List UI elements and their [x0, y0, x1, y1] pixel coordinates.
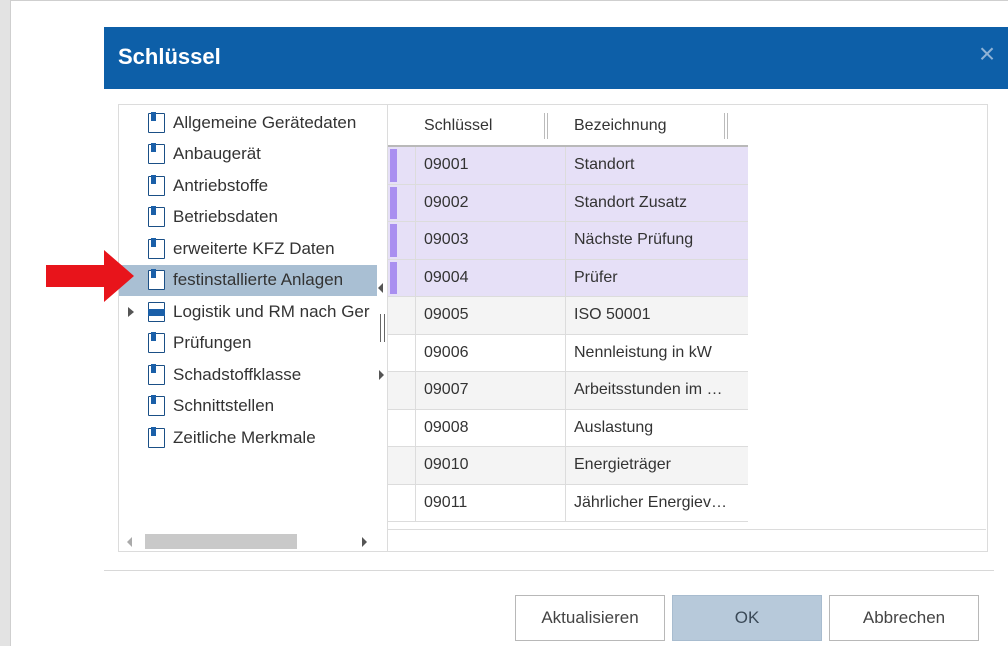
tree-item[interactable]: erweiterte KFZ Daten	[119, 233, 377, 265]
cell-key: 09001	[416, 147, 566, 184]
cell-name: Jährlicher Energiev…	[574, 493, 727, 511]
ok-button[interactable]: OK	[672, 595, 822, 641]
close-icon[interactable]: ×	[972, 39, 1002, 69]
tree-item-label: Schadstoffklasse	[173, 364, 302, 384]
cell-name: Prüfer	[574, 268, 618, 286]
key-grid: Schlüssel Bezeichnung 09001 Standort 09002…	[388, 104, 988, 552]
tree-item[interactable]: Schnittstellen	[119, 391, 377, 423]
table-row[interactable]: 09006 Nennleistung in kW	[388, 334, 748, 372]
cell-name: Arbeitsstunden im …	[574, 381, 723, 399]
red-arrow-icon	[46, 250, 134, 302]
row-selector[interactable]	[388, 409, 416, 446]
cell-key: 09005	[416, 297, 566, 334]
key-tree-panel: Allgemeine Gerätedaten Anbaugerät Antriebs…	[118, 104, 388, 552]
row-selector[interactable]	[388, 147, 416, 184]
tree-item-label: erweiterte KFZ Daten	[173, 238, 335, 258]
tree-item-label: Betriebsdaten	[173, 207, 278, 227]
expand-right-icon[interactable]	[379, 370, 384, 380]
document-icon	[148, 395, 165, 417]
footer-divider	[104, 570, 994, 571]
tree-item[interactable]: Zeitliche Merkmale	[119, 422, 377, 454]
row-selector[interactable]	[388, 372, 416, 409]
document-icon	[148, 174, 165, 196]
cell-name: Nächste Prüfung	[574, 231, 694, 249]
dialog-title: Schlüssel	[118, 44, 221, 69]
cell-name: Nennleistung in kW	[574, 343, 712, 361]
cell-key: 09004	[416, 259, 566, 296]
grid-header: Schlüssel Bezeichnung	[388, 105, 748, 147]
table-row[interactable]: 09007 Arbeitsstunden im …	[388, 372, 748, 410]
document-icon	[148, 237, 165, 259]
tree-item-label: Logistik und RM nach Ger	[173, 301, 370, 321]
row-selector[interactable]	[388, 222, 416, 259]
tree-item[interactable]: Logistik und RM nach Ger	[119, 296, 377, 328]
scroll-right-icon[interactable]	[362, 537, 367, 547]
document-icon	[148, 426, 165, 448]
column-resize-handle[interactable]	[544, 113, 548, 139]
splitter-grip[interactable]	[380, 314, 385, 342]
tree-item[interactable]: Anbaugerät	[119, 139, 377, 171]
cell-key: 09003	[416, 222, 566, 259]
cancel-button[interactable]: Abbrechen	[829, 595, 979, 641]
row-selector[interactable]	[388, 334, 416, 371]
column-resize-handle[interactable]	[724, 113, 728, 139]
document-icon	[148, 143, 165, 165]
table-row[interactable]: 09008 Auslastung	[388, 409, 748, 447]
table-row[interactable]: 09004 Prüfer	[388, 259, 748, 297]
cell-name: Standort	[574, 156, 635, 174]
tree-item-label: Prüfungen	[173, 333, 252, 353]
table-row[interactable]: 09001 Standort	[388, 147, 748, 185]
grid-body: 09001 Standort 09002 Standort Zusatz 09003 Nä…	[388, 147, 748, 522]
grid-bottom-border	[388, 529, 986, 530]
row-selector[interactable]	[388, 447, 416, 484]
table-row[interactable]: 09002 Standort Zusatz	[388, 184, 748, 222]
collapse-left-icon[interactable]	[378, 283, 383, 293]
tree-item-label: festinstallierte Anlagen	[173, 270, 344, 290]
cell-name: Auslastung	[574, 418, 654, 436]
document-icon	[148, 269, 165, 291]
scrollbar-thumb[interactable]	[145, 534, 297, 549]
row-selector[interactable]	[388, 484, 416, 521]
cell-key: 09006	[416, 334, 566, 371]
tree-item[interactable]: Schadstoffklasse	[119, 359, 377, 391]
cell-key: 09010	[416, 447, 566, 484]
tree-item-label: Zeitliche Merkmale	[173, 427, 316, 447]
document-icon	[148, 332, 165, 354]
row-selector[interactable]	[388, 297, 416, 334]
dialog-titlebar: Schlüssel ×	[104, 27, 1008, 89]
cell-name: Energieträger	[574, 456, 671, 474]
refresh-button[interactable]: Aktualisieren	[515, 595, 665, 641]
column-header-name[interactable]: Bezeichnung	[566, 105, 746, 147]
folder-icon	[148, 301, 165, 322]
table-row[interactable]: 09010 Energieträger	[388, 447, 748, 485]
cell-name: Standort Zusatz	[574, 193, 687, 211]
table-row[interactable]: 09003 Nächste Prüfung	[388, 222, 748, 260]
tree-item-label: Allgemeine Gerätedaten	[173, 112, 357, 132]
cell-key: 09008	[416, 409, 566, 446]
row-selector[interactable]	[388, 184, 416, 221]
tree-item-label: Schnittstellen	[173, 396, 275, 416]
document-icon	[148, 206, 165, 228]
cell-key: 09007	[416, 372, 566, 409]
tree-item[interactable]: Allgemeine Gerätedaten	[119, 107, 377, 139]
table-row[interactable]: 09011 Jährlicher Energiev…	[388, 484, 748, 522]
cell-key: 09011	[416, 484, 566, 521]
document-icon	[148, 363, 165, 385]
table-row[interactable]: 09005 ISO 50001	[388, 297, 748, 335]
document-icon	[148, 111, 165, 133]
cell-key: 09002	[416, 184, 566, 221]
tree-item[interactable]: Betriebsdaten	[119, 202, 377, 234]
tree-horizontal-scrollbar[interactable]	[119, 533, 377, 551]
tree-item[interactable]: Prüfungen	[119, 328, 377, 360]
scroll-left-icon[interactable]	[127, 537, 132, 547]
tree-item[interactable]: festinstallierte Anlagen	[119, 264, 377, 296]
tree-item-label: Anbaugerät	[173, 144, 261, 164]
tree-item[interactable]: Antriebstoffe	[119, 170, 377, 202]
key-tree: Allgemeine Gerätedaten Anbaugerät Antriebs…	[119, 107, 377, 454]
tree-item-label: Antriebstoffe	[173, 175, 269, 195]
expand-arrow-icon[interactable]	[128, 307, 134, 317]
cell-name: ISO 50001	[574, 306, 651, 324]
row-selector[interactable]	[388, 259, 416, 296]
